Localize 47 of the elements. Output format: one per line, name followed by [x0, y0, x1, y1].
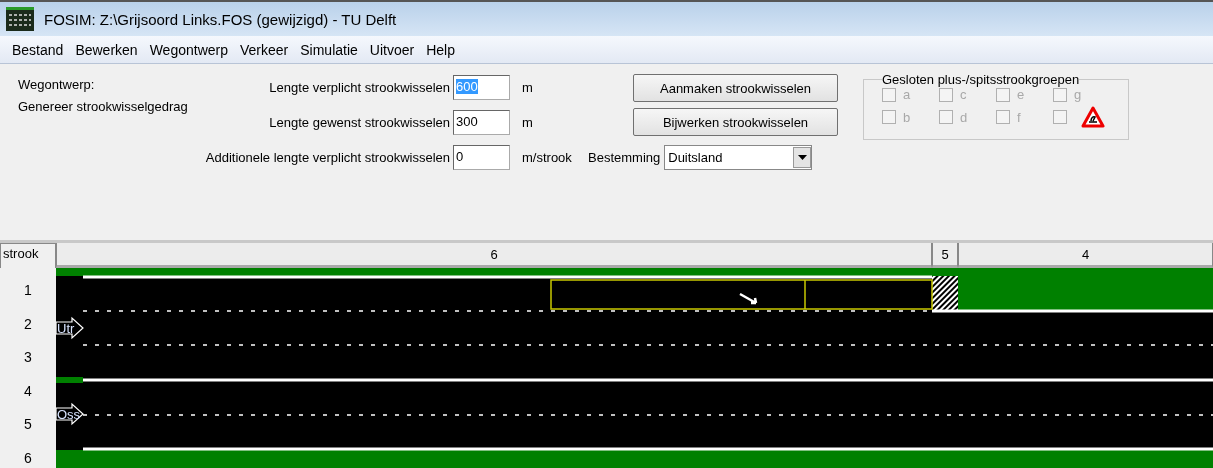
destination-dropdown[interactable]: Duitsland	[664, 145, 813, 170]
group-title: Gesloten plus-/spitsstrookgroepen	[882, 72, 1080, 87]
lane-column-header: strook	[0, 243, 56, 268]
checkbox-label: d	[960, 109, 968, 125]
grass-verge	[56, 377, 83, 383]
section-subheading: Genereer strookwisselgedrag	[18, 99, 188, 114]
action-button[interactable]: Aanmaken strookwisselen	[633, 74, 838, 102]
menu-item[interactable]: Wegontwerp	[143, 41, 234, 58]
menu-item[interactable]: Bestand	[6, 41, 70, 58]
warning-sign-icon	[1081, 106, 1105, 128]
checkbox-label: g	[1074, 87, 1082, 102]
hatched-area	[932, 276, 958, 310]
segment-header: 4	[958, 243, 1213, 268]
window-title: FOSIM: Z:\Grijsoord Links.FOS (gewijzigd) - TU Delft	[44, 10, 397, 28]
unit-label: m	[521, 115, 534, 130]
checkbox-label: b	[903, 109, 911, 125]
field-label: Bestemming	[588, 150, 661, 165]
menu-item[interactable]: Verkeer	[234, 41, 295, 58]
caret-icon	[797, 155, 807, 160]
lane-number: 1	[23, 281, 33, 300]
checkbox-label: e	[1017, 87, 1025, 102]
lane-number: 5	[23, 415, 33, 434]
field-label: Lengte gewenst strookwisselen	[269, 115, 450, 130]
checkbox-label: a	[903, 87, 911, 102]
segment-header: 6	[56, 243, 932, 268]
lane-number: 3	[23, 348, 33, 367]
menu-item[interactable]: Bewerken	[69, 41, 144, 58]
arrow-icon	[738, 292, 758, 305]
input-field[interactable]: 0	[453, 145, 510, 170]
origin-marker: Utr	[56, 316, 84, 340]
lane-number: 6	[23, 448, 33, 468]
section-heading: Wegontwerp:	[18, 77, 95, 92]
input-field[interactable]: 300	[453, 110, 510, 135]
lane-number: 4	[23, 381, 33, 401]
origin-marker: Oss	[56, 402, 84, 426]
app-icon	[6, 7, 34, 31]
field-label: Additionele lengte verplicht strookwisselen	[205, 150, 450, 165]
unit-label: m	[521, 80, 534, 95]
menu-item[interactable]: Help	[420, 41, 461, 58]
checkbox-label: f	[1017, 109, 1021, 125]
menu-item[interactable]: Uitvoer	[363, 41, 421, 58]
field-label: Lengte verplicht strookwisselen	[269, 80, 450, 95]
checkbox-label: c	[960, 87, 967, 102]
menu-item[interactable]: Simulatie	[294, 41, 364, 58]
action-button[interactable]: Bijwerken strookwisselen	[633, 108, 838, 136]
segment-header: 5	[932, 243, 958, 268]
lane-number: 2	[23, 314, 33, 334]
